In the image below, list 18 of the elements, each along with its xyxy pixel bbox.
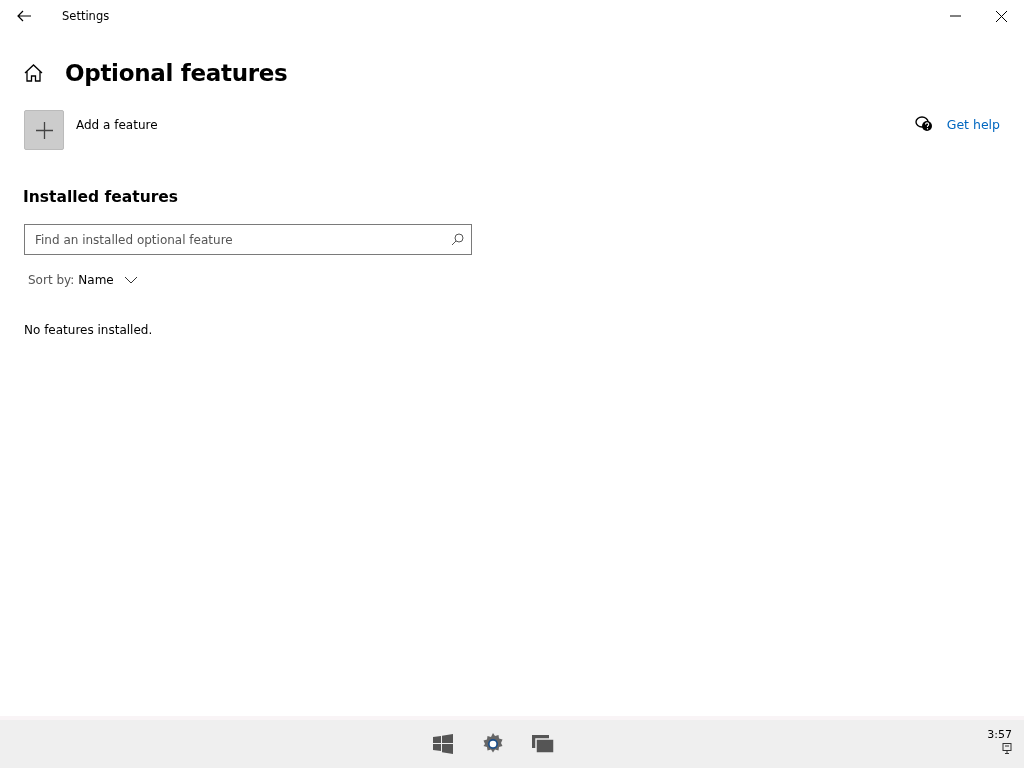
close-icon xyxy=(995,10,1007,22)
get-help-link[interactable]: Get help xyxy=(946,116,1000,132)
back-arrow-icon xyxy=(17,10,31,22)
clock[interactable]: 3:57 xyxy=(987,729,1012,741)
search-icon xyxy=(451,233,464,246)
home-icon[interactable] xyxy=(24,64,43,82)
sort-dropdown[interactable]: Sort by: Name xyxy=(28,273,138,287)
plus-icon xyxy=(35,121,53,139)
window-title: Settings xyxy=(62,9,111,23)
page-title: Optional features xyxy=(65,60,288,86)
help-chat-icon xyxy=(914,116,933,132)
search-field[interactable]: Find an installed optional feature xyxy=(24,224,472,255)
add-feature-button[interactable]: Add a feature xyxy=(24,110,158,150)
minimize-icon xyxy=(949,15,961,17)
empty-message: No features installed. xyxy=(24,323,154,337)
section-heading: Installed features xyxy=(23,188,180,206)
notification-icon[interactable] xyxy=(1002,743,1012,754)
chevron-down-icon xyxy=(123,276,138,284)
